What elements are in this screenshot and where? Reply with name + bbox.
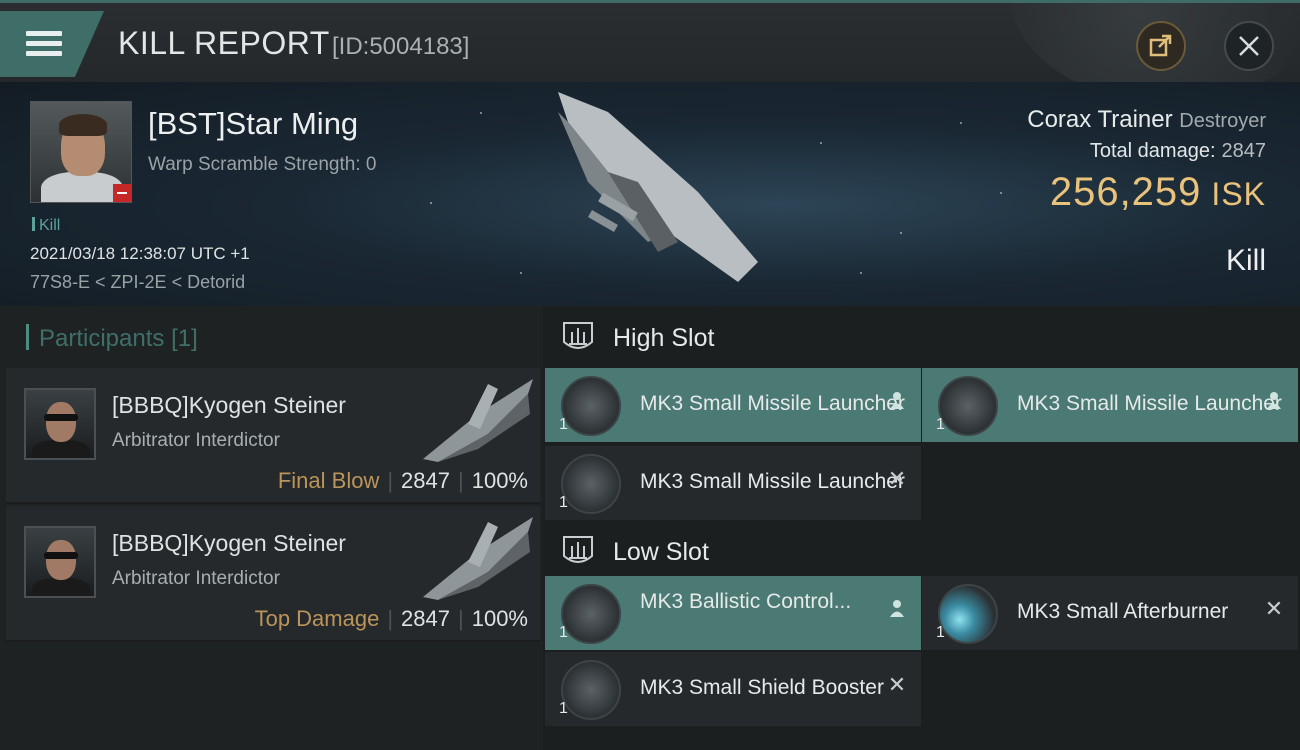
slot-item-name: MK3 Small Missile Launcher — [1017, 392, 1282, 415]
final-blow-tag: Final Blow — [277, 468, 380, 493]
isk-unit: ISK — [1211, 176, 1266, 212]
slot-item-name: MK3 Small Missile Launcher — [640, 470, 905, 493]
slot-quantity: 1 — [559, 624, 568, 641]
participant-damage: 2847 — [401, 606, 450, 631]
missile-launcher-icon — [938, 376, 998, 436]
participant-ship: Arbitrator Interdictor — [112, 568, 280, 589]
low-slot-icon — [563, 536, 593, 563]
report-id: [ID:5004183] — [332, 33, 470, 60]
slot-quantity: 1 — [559, 416, 568, 433]
kill-location[interactable]: 77S8-E < ZPI-2E < Detorid — [30, 272, 245, 293]
close-icon — [1239, 36, 1259, 56]
victim-ship-image — [558, 92, 758, 282]
fitting-slot[interactable]: 1 MK3 Small Missile Launcher — [922, 368, 1298, 442]
participant-ship: Arbitrator Interdictor — [112, 430, 280, 451]
victim-avatar[interactable] — [30, 101, 132, 203]
share-button[interactable] — [1136, 21, 1186, 71]
high-slot-label: High Slot — [613, 324, 715, 352]
fitting-slot[interactable]: 1 MK3 Ballistic Control... — [545, 576, 921, 650]
participant-avatar[interactable] — [24, 388, 96, 460]
afterburner-icon — [938, 584, 998, 644]
slot-item-name: MK3 Ballistic Control... — [640, 590, 852, 613]
close-button[interactable] — [1224, 21, 1274, 71]
participant-name: [BBBQ]Kyogen Steiner — [112, 392, 346, 418]
shield-booster-icon — [561, 660, 621, 720]
participants-header: Participants [1] — [26, 324, 198, 353]
total-damage-value: 2847 — [1221, 140, 1267, 162]
isk-value: 256,259 ISK — [1050, 170, 1266, 215]
ballistic-control-icon — [561, 584, 621, 644]
menu-icon — [26, 31, 62, 57]
participant-avatar[interactable] — [24, 526, 96, 598]
participants-panel: Participants [1] [BBBQ]Kyogen Steiner Ar… — [6, 306, 540, 750]
destroyed-x-icon: ✕ — [1264, 597, 1284, 622]
fitting-slot[interactable]: 1 MK3 Small Shield Booster ✕ — [545, 652, 921, 726]
victim-name[interactable]: [BST]Star Ming — [148, 106, 358, 142]
participant-percent: 100% — [471, 468, 528, 493]
total-damage: Total damage: 2847 — [1090, 140, 1266, 163]
isk-amount: 256,259 — [1049, 170, 1202, 214]
fitting-slot[interactable]: 1 MK3 Small Afterburner ✕ — [922, 576, 1298, 650]
missile-launcher-icon — [561, 376, 621, 436]
share-icon — [1149, 34, 1172, 57]
dropped-person-icon — [885, 390, 909, 414]
participant-damage: 2847 — [401, 468, 450, 493]
participant-row[interactable]: [BBBQ]Kyogen Steiner Arbitrator Interdic… — [6, 368, 540, 504]
total-damage-label: Total damage: — [1089, 140, 1216, 162]
destroyed-x-icon: ✕ — [887, 467, 907, 492]
low-slot-header: Low Slot — [543, 520, 1300, 582]
slot-item-name: MK3 Small Afterburner — [1017, 600, 1229, 623]
participant-ship-image — [423, 379, 533, 462]
participant-name: [BBBQ]Kyogen Steiner — [112, 530, 346, 556]
fitting-slot[interactable]: 1 MK3 Small Missile Launcher ✕ — [545, 446, 921, 520]
participant-percent: 100% — [471, 606, 528, 631]
page-title: KILL REPORT — [118, 25, 330, 61]
top-damage-tag: Top Damage — [254, 606, 380, 631]
victim-ship[interactable]: Corax Trainer Destroyer — [1027, 106, 1266, 134]
menu-button[interactable] — [0, 11, 104, 77]
slot-quantity: 1 — [936, 624, 945, 641]
ship-class: Destroyer — [1179, 110, 1266, 132]
missile-launcher-icon — [561, 454, 621, 514]
section-marker-icon — [26, 324, 29, 350]
minus-badge-icon — [113, 184, 131, 202]
participant-ship-image — [423, 517, 533, 600]
participant-stats: Top Damage | 2847 | 100% — [254, 606, 528, 631]
slot-quantity: 1 — [559, 494, 568, 511]
high-slot-icon — [563, 322, 593, 349]
slot-quantity: 1 — [559, 700, 568, 717]
participant-row[interactable]: [BBBQ]Kyogen Steiner Arbitrator Interdic… — [6, 506, 540, 642]
kill-summary: [BST]Star Ming Warp Scramble Strength: 0… — [0, 82, 1300, 306]
slot-item-name: MK3 Small Missile Launcher — [640, 392, 905, 415]
slot-quantity: 1 — [936, 416, 945, 433]
kill-tag: Kill — [32, 217, 60, 235]
ship-name: Corax Trainer — [1027, 106, 1173, 133]
header-bar: KILL REPORT [ID:5004183] — [0, 0, 1300, 85]
warp-scramble-strength: Warp Scramble Strength: 0 — [148, 154, 377, 175]
fittings-panel: High Slot 1 MK3 Small Missile Launcher 1… — [543, 306, 1300, 750]
kill-datetime: 2021/03/18 12:38:07 UTC +1 — [30, 244, 250, 263]
low-slot-label: Low Slot — [613, 538, 709, 566]
participant-stats: Final Blow | 2847 | 100% — [277, 468, 528, 493]
destroyed-x-icon: ✕ — [887, 673, 907, 698]
fitting-slot[interactable]: 1 MK3 Small Missile Launcher — [545, 368, 921, 442]
result-label: Kill — [1225, 244, 1266, 277]
dropped-person-icon — [1262, 390, 1286, 414]
dropped-person-icon — [885, 598, 909, 622]
kill-marker-icon — [32, 217, 35, 231]
slot-item-name: MK3 Small Shield Booster — [640, 676, 884, 699]
high-slot-header: High Slot — [543, 306, 1300, 368]
